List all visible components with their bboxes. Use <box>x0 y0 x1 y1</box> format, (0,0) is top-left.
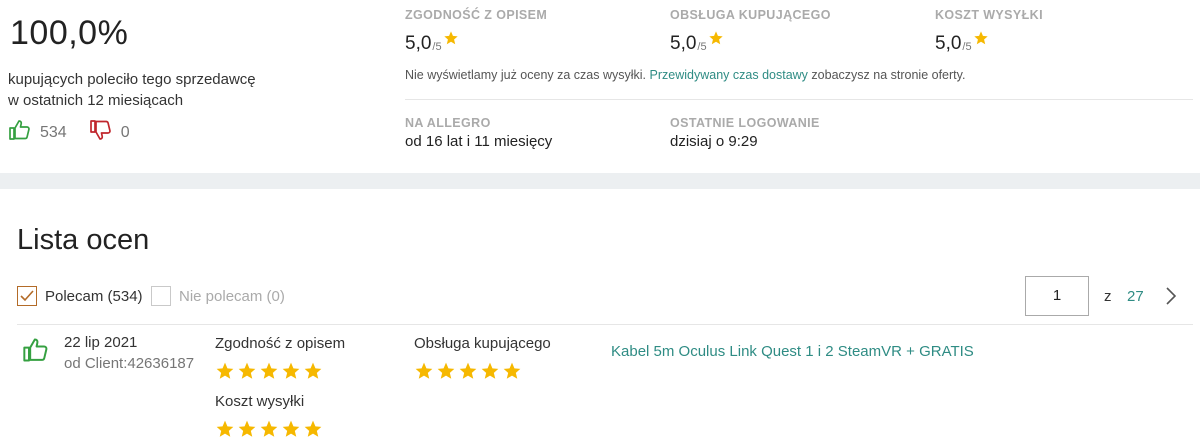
star-icon <box>443 30 459 52</box>
shipping-note: Nie wyświetlamy już oceny za czas wysyłk… <box>405 68 965 82</box>
review-criterion-service: Obsługa kupującego <box>414 335 551 381</box>
star-icon <box>415 362 433 379</box>
review-criterion-description: Zgodność z opisem <box>215 335 345 381</box>
metric-description: ZGODNOŚĆ Z OPISEM 5,0 /5 <box>405 8 547 55</box>
filter-positive[interactable]: Polecam (534) <box>17 286 143 306</box>
metric-denominator: /5 <box>962 41 972 53</box>
positive-count: 534 <box>40 123 67 141</box>
star-icon <box>459 362 477 379</box>
divider <box>405 99 1193 100</box>
star-icon <box>260 420 278 437</box>
star-rating <box>215 361 345 381</box>
metric-denominator: /5 <box>697 41 707 53</box>
metric-label: KOSZT WYSYŁKI <box>935 8 1043 22</box>
product-link[interactable]: Kabel 5m Oculus Link Quest 1 i 2 SteamVR… <box>611 343 974 360</box>
metric-score: 5,0 <box>935 33 962 54</box>
review-date: 22 lip 2021 <box>64 334 138 351</box>
recommend-text-line-2: w ostatnich 12 miesiącach <box>8 92 184 109</box>
page-number-input[interactable]: 1 <box>1025 276 1089 316</box>
info-on-allegro: NA ALLEGRO od 16 lat i 11 miesięcy <box>405 116 552 150</box>
star-icon <box>304 362 322 379</box>
criterion-label: Obsługa kupującego <box>414 335 551 352</box>
star-icon <box>304 420 322 437</box>
star-icon <box>216 362 234 379</box>
star-icon <box>481 362 499 379</box>
star-icon <box>216 420 234 437</box>
info-label: NA ALLEGRO <box>405 116 491 130</box>
checkbox-unchecked[interactable] <box>151 286 171 306</box>
page-total-link[interactable]: 27 <box>1127 288 1144 305</box>
info-value: od 16 lat i 11 miesięcy <box>405 133 553 150</box>
section-separator <box>0 173 1200 189</box>
page-of-label: z <box>1104 288 1112 305</box>
star-rating <box>215 419 323 439</box>
thumbs-down-icon <box>89 118 113 147</box>
filter-negative[interactable]: Nie polecam (0) <box>151 286 285 306</box>
star-icon <box>238 420 256 437</box>
info-value: dzisiaj o 9:29 <box>670 133 758 150</box>
recommend-text-line-1: kupujących poleciło tego sprzedawcę <box>8 71 256 88</box>
note-text: Nie wyświetlamy już oceny za czas wysyłk… <box>405 68 647 82</box>
metric-denominator: /5 <box>432 41 442 53</box>
metric-score: 5,0 <box>670 33 697 54</box>
recommend-percent: 100,0% <box>10 14 129 52</box>
negative-count: 0 <box>120 123 130 141</box>
star-icon <box>708 30 724 52</box>
star-icon <box>503 362 521 379</box>
note-text-after: zobaczysz na stronie oferty. <box>811 68 966 82</box>
review-author: od Client:42636187 <box>64 355 195 372</box>
info-last-login: OSTATNIE LOGOWANIE dzisiaj o 9:29 <box>670 116 820 150</box>
review-criterion-shipping: Koszt wysyłki <box>215 393 323 439</box>
info-label: OSTATNIE LOGOWANIE <box>670 116 820 130</box>
check-icon <box>20 290 34 302</box>
checkbox-checked[interactable] <box>17 286 37 306</box>
section-title: Lista ocen <box>17 224 150 256</box>
star-icon <box>973 30 989 52</box>
chevron-right-icon <box>1166 287 1177 305</box>
review-thumbs-up-icon <box>22 336 50 369</box>
metric-label: ZGODNOŚĆ Z OPISEM <box>405 8 548 22</box>
metric-shipping: KOSZT WYSYŁKI 5,0 /5 <box>935 8 1043 55</box>
criterion-label: Koszt wysyłki <box>215 393 305 410</box>
metric-score: 5,0 <box>405 33 432 54</box>
star-icon <box>282 420 300 437</box>
metric-label: OBSŁUGA KUPUJĄCEGO <box>670 8 831 22</box>
star-icon <box>282 362 300 379</box>
filter-negative-label: Nie polecam (0) <box>179 287 285 305</box>
row-divider <box>17 324 1193 325</box>
thumbs-up-icon <box>8 118 32 147</box>
star-icon <box>260 362 278 379</box>
star-rating <box>414 361 551 381</box>
metric-service: OBSŁUGA KUPUJĄCEGO 5,0 /5 <box>670 8 831 55</box>
criterion-label: Zgodność z opisem <box>215 335 346 352</box>
star-icon <box>238 362 256 379</box>
delivery-time-link[interactable]: Przewidywany czas dostawy <box>650 68 808 82</box>
next-page-button[interactable] <box>1160 284 1182 308</box>
filter-positive-label: Polecam (534) <box>45 287 143 305</box>
star-icon <box>437 362 455 379</box>
recommend-counts: 534 0 <box>8 118 130 147</box>
